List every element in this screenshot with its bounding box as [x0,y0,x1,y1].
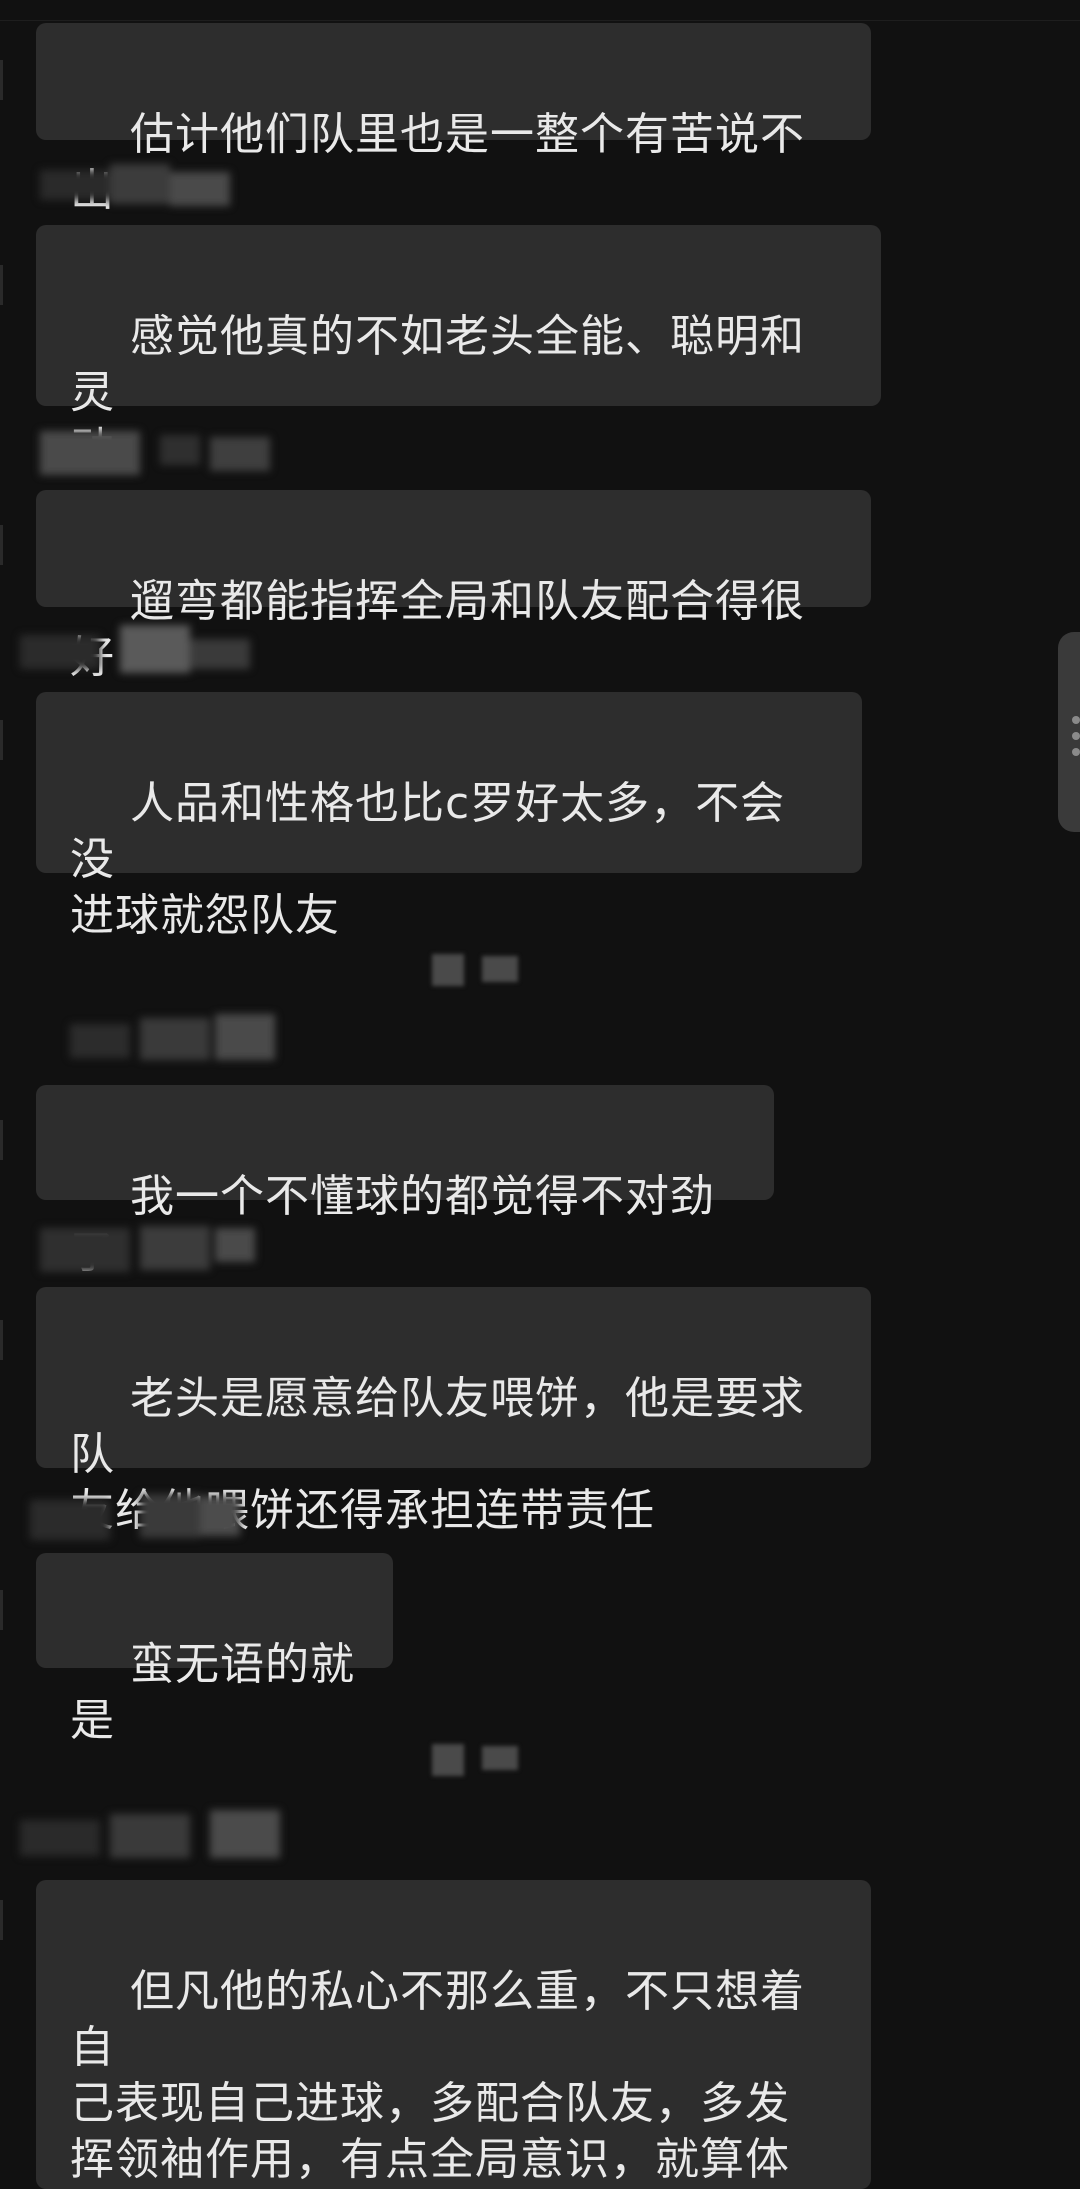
left-edge-marker [0,265,3,305]
top-divider [0,20,1080,21]
message-bubble[interactable]: 估计他们队里也是一整个有苦说不出 [36,23,871,216]
sender-name-blurred [20,625,270,687]
message-text: 蛮无语的就是 [70,1639,355,1746]
message-bubble[interactable]: 蛮无语的就是 [36,1553,393,1746]
sender-name-blurred [40,425,290,487]
message-bubble[interactable]: 但凡他的私心不那么重，不只想着自 己表现自己进球，多配合队友，多发 挥领袖作用，… [36,1880,871,2189]
sender-name-blurred [40,160,240,222]
left-edge-marker [0,525,3,565]
left-edge-marker [0,60,3,100]
left-edge-marker [0,1590,3,1630]
timestamp-divider-blurred [430,952,530,987]
sender-name-blurred [40,1220,270,1282]
message-bubble[interactable]: 我一个不懂球的都觉得不对劲了 [36,1085,774,1278]
message-bubble[interactable]: 老头是愿意给队友喂饼，他是要求队 友给他喂饼还得承担连带责任 [36,1287,871,1536]
left-edge-marker [0,720,3,760]
message-bubble[interactable]: 遛弯都能指挥全局和队友配合得很好 [36,490,871,683]
message-text: 人品和性格也比c罗好太多，不会没 进球就怨队友 [70,778,786,941]
sender-name-blurred [30,1490,250,1552]
timestamp-divider-blurred [430,1742,530,1777]
message-bubble[interactable]: 人品和性格也比c罗好太多，不会没 进球就怨队友 [36,692,862,941]
left-edge-marker [0,1320,3,1360]
more-dots-icon[interactable] [1058,632,1080,832]
message-bubble[interactable]: 感觉他真的不如老头全能、聪明和灵 动 [36,225,881,474]
left-edge-marker [0,1900,3,1940]
message-text: 但凡他的私心不那么重，不只想着自 己表现自己进球，多配合队友，多发 挥领袖作用，… [70,1966,805,2185]
left-edge-marker [0,1120,3,1160]
chat-screen: 估计他们队里也是一整个有苦说不出 感觉他真的不如老头全能、聪明和灵 动 遛弯都能… [0,0,1080,2189]
sender-name-blurred [20,1808,300,1870]
sender-name-blurred [70,1010,300,1072]
